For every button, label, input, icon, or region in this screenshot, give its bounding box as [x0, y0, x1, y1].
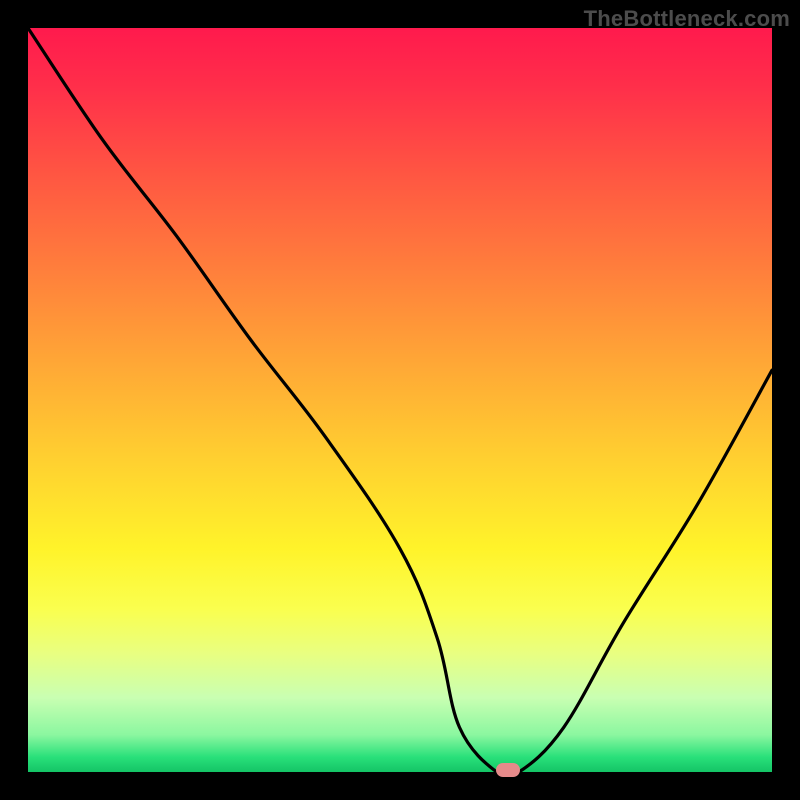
curve-svg	[28, 28, 772, 772]
plot-area	[28, 28, 772, 772]
chart-frame: TheBottleneck.com	[0, 0, 800, 800]
bottleneck-curve	[28, 28, 772, 778]
optimal-marker	[496, 763, 520, 777]
watermark-text: TheBottleneck.com	[584, 6, 790, 32]
